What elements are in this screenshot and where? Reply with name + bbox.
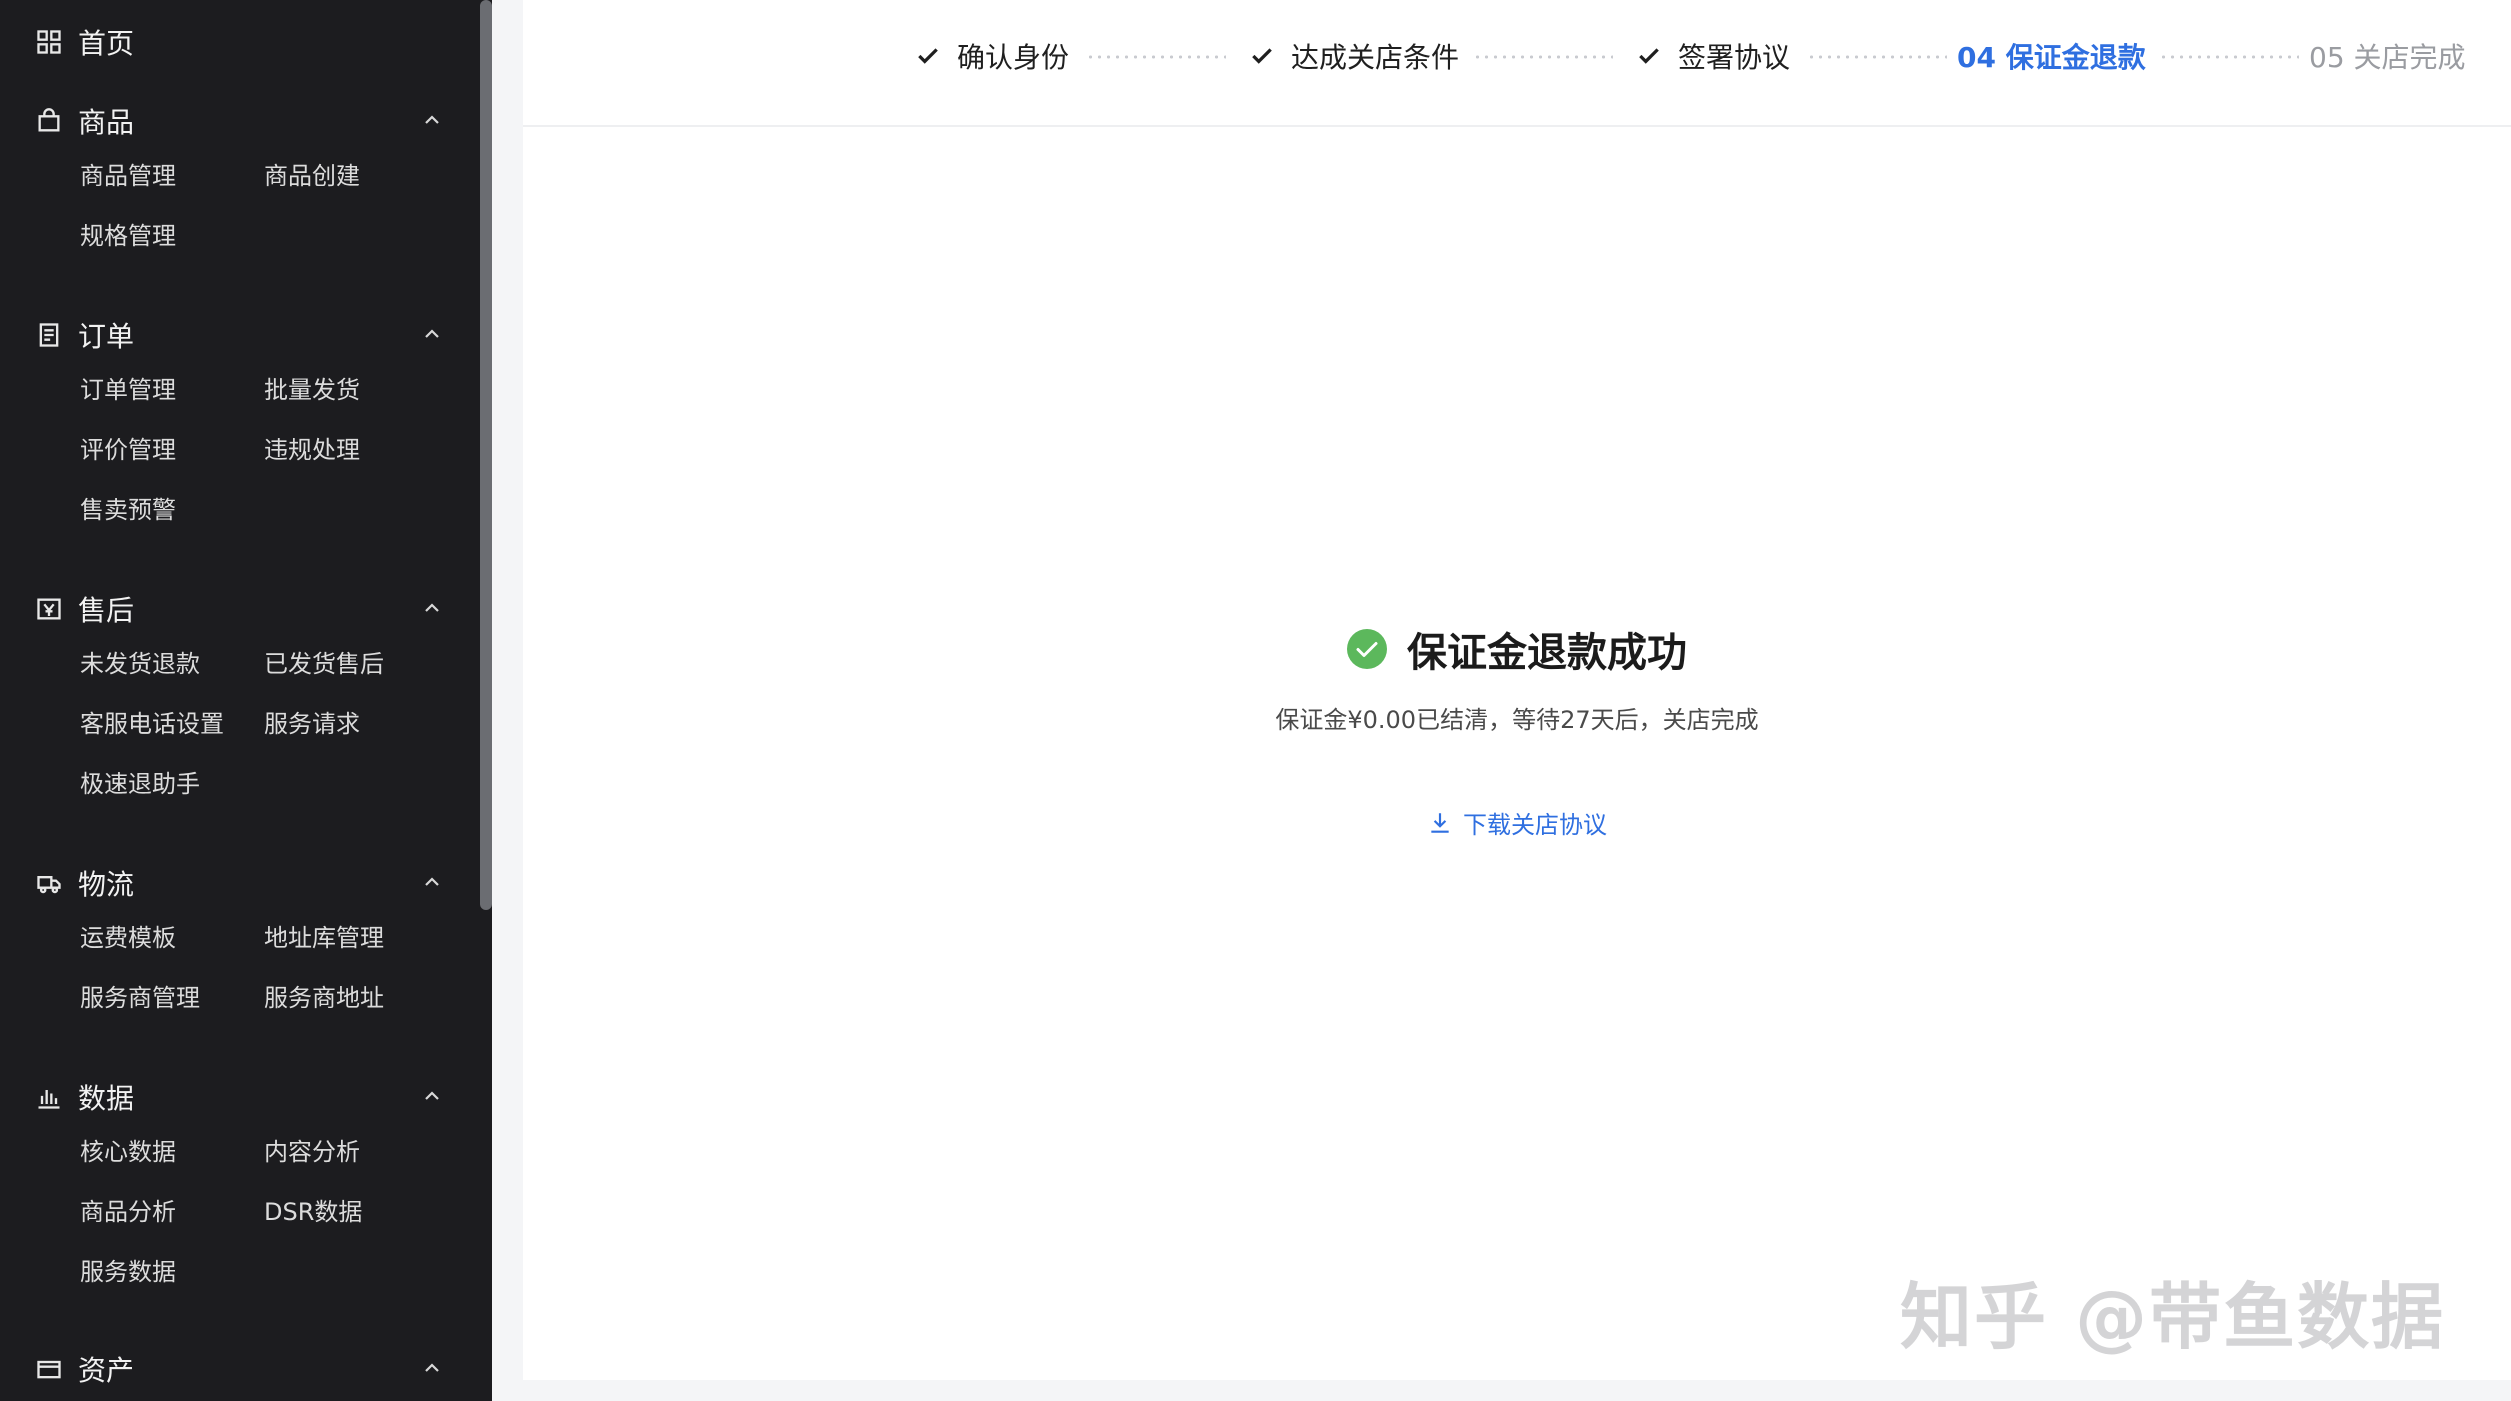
step-confirm-identity: 确认身份 <box>915 34 1069 78</box>
step-label: 04 保证金退款 <box>1957 41 2146 74</box>
sidebar-item-home[interactable]: 首页 <box>34 22 134 62</box>
sidebar-item-shipping-template[interactable]: 运费模板 <box>80 920 176 956</box>
document-icon <box>34 320 64 350</box>
chevron-up-icon[interactable] <box>420 1084 444 1108</box>
sidebar-item-shipped-aftersale[interactable]: 已发货售后 <box>264 646 384 682</box>
success-check-icon <box>1347 629 1387 669</box>
sidebar-item-sale-warning[interactable]: 售卖预警 <box>80 492 176 528</box>
sidebar-section-logistics: 物流 运费模板 地址库管理 服务商管理 服务商地址 <box>0 860 480 1012</box>
sidebar-section-header[interactable]: 资产 <box>0 1346 480 1392</box>
sidebar-item-dsr-data[interactable]: DSR数据 <box>264 1194 362 1230</box>
bar-chart-icon <box>34 1082 64 1112</box>
step-close-complete: 05 关店完成 <box>2309 34 2466 78</box>
chevron-up-icon[interactable] <box>420 596 444 620</box>
step-deposit-refund: 04 保证金退款 <box>1957 34 2146 78</box>
sidebar-item-core-data[interactable]: 核心数据 <box>80 1134 176 1170</box>
sidebar-item-order-manage[interactable]: 订单管理 <box>80 372 176 408</box>
sidebar-item-unshipped-refund[interactable]: 未发货退款 <box>80 646 200 682</box>
yen-icon <box>34 594 64 624</box>
step-label: 签署协议 <box>1678 41 1791 74</box>
sidebar-item-provider-manage[interactable]: 服务商管理 <box>80 980 200 1016</box>
sidebar-item-goods-create[interactable]: 商品创建 <box>264 158 360 194</box>
sidebar-section-assets: 资产 <box>0 1346 480 1392</box>
step-sign-agreement: 签署协议 <box>1636 34 1790 78</box>
sidebar-section-title: 商品 <box>78 106 135 139</box>
sidebar-item-fast-refund[interactable]: 极速退助手 <box>80 766 200 802</box>
bag-icon <box>34 106 64 136</box>
sidebar-item-goods-manage[interactable]: 商品管理 <box>80 158 176 194</box>
sidebar-item-violation[interactable]: 违规处理 <box>264 432 360 468</box>
sidebar-item-service-request[interactable]: 服务请求 <box>264 706 360 742</box>
result-description: 保证金¥0.00已结清，等待27天后，关店完成 <box>1275 706 1759 734</box>
sidebar-section-data: 数据 核心数据 内容分析 商品分析 DSR数据 服务数据 <box>0 1074 480 1286</box>
chevron-up-icon[interactable] <box>420 1356 444 1380</box>
app-root: 首页 商品 商品管理 商品创建 规格管理 订单 订单管理 批量发货 评价管理 违… <box>0 0 2511 1401</box>
chevron-up-icon[interactable] <box>420 108 444 132</box>
sidebar-section-header[interactable]: 售后 <box>0 586 480 632</box>
sidebar-item-review-manage[interactable]: 评价管理 <box>80 432 176 468</box>
sidebar-item-service-phone[interactable]: 客服电话设置 <box>80 706 224 742</box>
sidebar-section-orders: 订单 订单管理 批量发货 评价管理 违规处理 售卖预警 <box>0 312 480 524</box>
main-panel: 确认身份 达成关店条件 签署协议 04 保证金退款 05 关店完成 保证金退款成… <box>523 0 2511 1380</box>
chevron-up-icon[interactable] <box>420 870 444 894</box>
sidebar-item-spec-manage[interactable]: 规格管理 <box>80 218 176 254</box>
sidebar-item-content-analysis[interactable]: 内容分析 <box>264 1134 360 1170</box>
step-label: 确认身份 <box>957 41 1070 74</box>
download-agreement-label: 下载关店协议 <box>1463 811 1607 839</box>
sidebar-item-provider-address[interactable]: 服务商地址 <box>264 980 384 1016</box>
sidebar-item-address-library[interactable]: 地址库管理 <box>264 920 384 956</box>
step-label: 达成关店条件 <box>1291 41 1460 74</box>
wallet-icon <box>34 1354 64 1384</box>
sidebar-section-title: 售后 <box>78 594 135 627</box>
step-label: 05 关店完成 <box>2309 41 2466 74</box>
sidebar-section-header[interactable]: 数据 <box>0 1074 480 1120</box>
check-icon <box>1636 43 1662 69</box>
result-panel: 保证金退款成功 保证金¥0.00已结清，等待27天后，关店完成 下载关店协议 <box>523 620 2511 840</box>
truck-icon <box>34 868 64 898</box>
sidebar: 首页 商品 商品管理 商品创建 规格管理 订单 订单管理 批量发货 评价管理 违… <box>0 0 492 1401</box>
sidebar-section-title: 资产 <box>78 1354 135 1387</box>
sidebar-section-header[interactable]: 物流 <box>0 860 480 906</box>
download-agreement-link[interactable]: 下载关店协议 <box>1427 805 1607 840</box>
sidebar-section-goods: 商品 商品管理 商品创建 规格管理 <box>0 98 480 250</box>
sidebar-section-title: 订单 <box>78 320 135 353</box>
result-title: 保证金退款成功 <box>1347 620 1687 678</box>
result-title-text: 保证金退款成功 <box>1407 630 1687 676</box>
step-connector <box>1473 55 1613 59</box>
step-connector <box>2159 55 2299 59</box>
check-icon <box>1249 43 1275 69</box>
sidebar-section-header[interactable]: 订单 <box>0 312 480 358</box>
step-meet-conditions: 达成关店条件 <box>1249 34 1459 78</box>
sidebar-section-title: 数据 <box>78 1082 135 1115</box>
step-connector <box>1807 55 1947 59</box>
sidebar-section-title: 物流 <box>78 868 135 901</box>
sidebar-scrollbar[interactable] <box>480 0 492 910</box>
download-icon <box>1431 812 1449 833</box>
check-icon <box>915 43 941 69</box>
sidebar-section-aftersale: 售后 未发货退款 已发货售后 客服电话设置 服务请求 极速退助手 <box>0 586 480 798</box>
sidebar-item-label: 首页 <box>78 27 135 60</box>
sidebar-item-goods-analysis[interactable]: 商品分析 <box>80 1194 176 1230</box>
watermark: 知乎 @带鱼数据 <box>1900 1275 2446 1359</box>
sidebar-section-header[interactable]: 商品 <box>0 98 480 144</box>
grid-icon <box>34 27 64 57</box>
chevron-up-icon[interactable] <box>420 322 444 346</box>
step-connector <box>1086 55 1226 59</box>
sidebar-item-batch-ship[interactable]: 批量发货 <box>264 372 360 408</box>
sidebar-item-service-data[interactable]: 服务数据 <box>80 1254 176 1290</box>
close-shop-steps: 确认身份 达成关店条件 签署协议 04 保证金退款 05 关店完成 <box>523 0 2511 127</box>
